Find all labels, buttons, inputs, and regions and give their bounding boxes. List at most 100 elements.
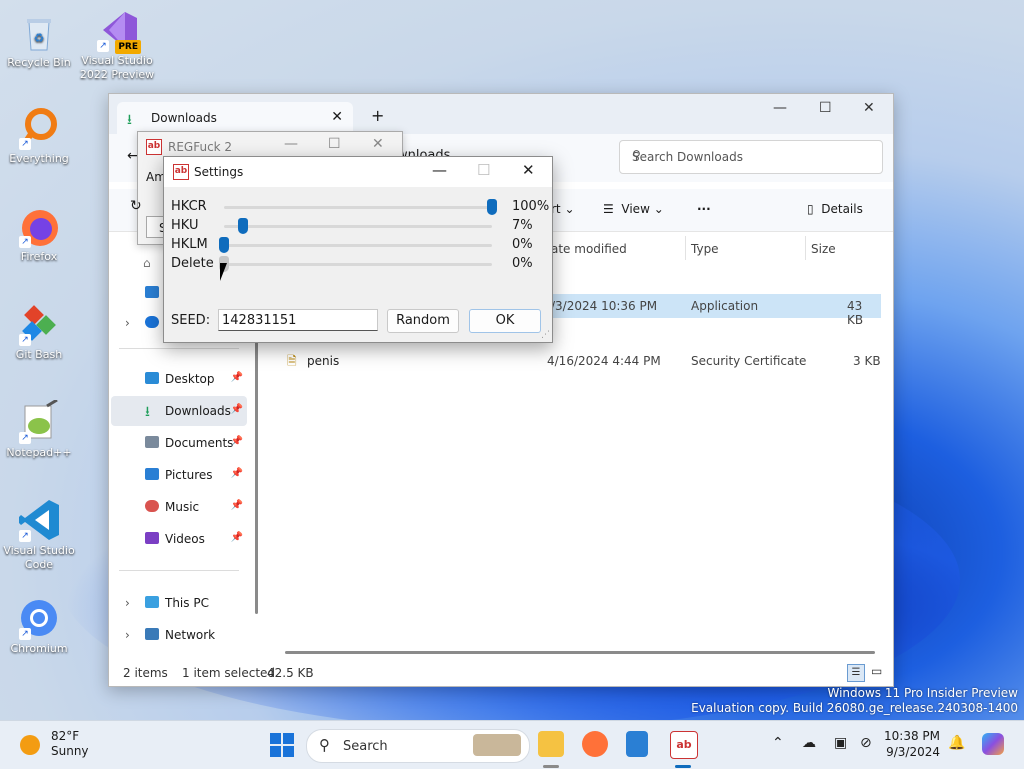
- details-view-button[interactable]: ☰: [847, 664, 865, 682]
- column-type[interactable]: Type: [691, 242, 719, 256]
- slider-label-delete: Delete: [171, 256, 214, 271]
- sidebar-item-this-pc[interactable]: › This PC: [111, 588, 247, 618]
- desktop-icon-visual-studio-preview[interactable]: ↗ PRE Visual Studio 2022 Preview: [79, 8, 155, 82]
- column-divider[interactable]: [805, 236, 806, 260]
- slider-delete[interactable]: [219, 256, 492, 272]
- weather-temp: 82°F: [51, 729, 80, 743]
- resize-grip-icon[interactable]: ⋰: [541, 330, 550, 340]
- sidebar-item-desktop[interactable]: Desktop 📌: [111, 364, 247, 394]
- shortcut-arrow-icon: ↗: [19, 236, 31, 248]
- file-date: /3/2024 10:36 PM: [551, 299, 658, 313]
- slider-thumb[interactable]: [219, 237, 229, 253]
- view-lines-icon: ☰: [603, 202, 614, 216]
- minimize-button[interactable]: —: [284, 136, 298, 152]
- chevron-right-icon: ›: [125, 628, 130, 642]
- details-pane-button[interactable]: ▯ Details: [807, 202, 863, 216]
- notepad-taskbar-icon[interactable]: [626, 731, 648, 757]
- desktop-icon-git-bash[interactable]: ↗ Git Bash: [1, 302, 77, 362]
- cloud-offline-icon[interactable]: ☁: [802, 735, 816, 751]
- maximize-button[interactable]: ☐: [328, 136, 341, 152]
- horizontal-scrollbar[interactable]: [285, 651, 875, 654]
- desktop-icon-label: Recycle Bin: [7, 56, 71, 69]
- show-hidden-icons-chevron-icon[interactable]: ⌃: [772, 735, 784, 751]
- status-item-count: 2 items: [123, 666, 168, 680]
- app-ab-icon: ab: [146, 139, 162, 155]
- videos-folder-icon: [145, 532, 159, 544]
- sidebar-item-network[interactable]: › Network: [111, 620, 247, 650]
- column-divider[interactable]: [685, 236, 686, 260]
- file-name: penis: [307, 354, 340, 368]
- firefox-taskbar-icon[interactable]: [582, 731, 608, 757]
- details-pane-icon: ▯: [807, 202, 814, 216]
- desktop-icon-label: Visual Studio 2022 Preview: [79, 54, 155, 81]
- git-bash-icon: ↗: [17, 302, 61, 346]
- certificate-icon: 🗎: [287, 354, 297, 368]
- search-highlight-image: [473, 734, 521, 756]
- desktop-icon-firefox[interactable]: ↗ Firefox: [1, 204, 77, 264]
- home-icon: ⌂: [143, 256, 151, 270]
- slider-hkcr[interactable]: [224, 199, 497, 215]
- close-window-button[interactable]: ✕: [863, 100, 875, 116]
- pictures-folder-icon: [145, 468, 159, 480]
- file-size: 3 KB: [853, 354, 881, 368]
- notepad-plus-plus-icon: ↗: [17, 398, 61, 444]
- minimize-button[interactable]: —: [773, 100, 787, 116]
- file-date: 4/16/2024 4:44 PM: [547, 354, 661, 368]
- slider-label-hku: HKU: [171, 218, 199, 233]
- slider-thumb[interactable]: [237, 218, 248, 234]
- tiles-view-button[interactable]: ▭: [871, 664, 882, 678]
- file-explorer-taskbar-icon[interactable]: [538, 731, 564, 757]
- monitor-icon[interactable]: ▣: [834, 735, 847, 751]
- ok-button[interactable]: OK: [469, 309, 541, 333]
- close-window-button[interactable]: ✕: [372, 136, 384, 152]
- start-button[interactable]: [270, 733, 294, 757]
- sort-button[interactable]: rt ⌄: [551, 202, 575, 216]
- desktop-icon-notepad-plus-plus[interactable]: ↗ Notepad++: [1, 398, 77, 460]
- column-size[interactable]: Size: [811, 242, 836, 256]
- shortcut-arrow-icon: ↗: [19, 334, 31, 346]
- network-status-icon[interactable]: ⊘: [860, 735, 872, 751]
- slider-thumb[interactable]: [487, 199, 497, 215]
- sidebar-item-music[interactable]: Music 📌: [111, 492, 247, 522]
- close-tab-icon[interactable]: ✕: [331, 109, 343, 125]
- slider-value-hklm: 0%: [512, 237, 533, 252]
- maximize-button[interactable]: ☐: [819, 100, 832, 116]
- random-button[interactable]: Random: [387, 309, 459, 333]
- tab-downloads[interactable]: ⭳ Downloads ✕: [117, 102, 353, 134]
- svg-text:♻: ♻: [34, 31, 45, 45]
- preview-badge: PRE: [115, 40, 141, 54]
- desktop-icon-chromium[interactable]: ↗ Chromium: [1, 596, 77, 656]
- notification-bell-icon[interactable]: 🔔: [948, 735, 965, 751]
- view-button[interactable]: ☰ View ⌄: [603, 202, 664, 216]
- slider-hku[interactable]: [224, 218, 492, 234]
- search-icon: ⚲: [319, 736, 330, 754]
- seed-label: SEED:: [171, 313, 211, 328]
- chevron-right-icon: ›: [125, 316, 130, 330]
- new-tab-button[interactable]: +: [371, 106, 384, 125]
- column-date-modified[interactable]: ate modified: [551, 242, 627, 256]
- close-window-button[interactable]: ✕: [522, 161, 535, 179]
- shortcut-arrow-icon: ↗: [19, 432, 31, 444]
- regfuck-taskbar-icon[interactable]: ab: [670, 731, 698, 759]
- downloads-folder-icon: ⭳: [145, 404, 150, 420]
- pin-icon: 📌: [230, 372, 243, 383]
- sidebar-item-videos[interactable]: Videos 📌: [111, 524, 247, 554]
- sun-icon: [20, 735, 40, 755]
- taskbar-search-input[interactable]: ⚲ Search: [306, 729, 530, 763]
- sidebar-item-pictures[interactable]: Pictures 📌: [111, 460, 247, 490]
- desktop-icon-recycle-bin[interactable]: ♻ Recycle Bin: [1, 10, 77, 70]
- settings-dialog: ab Settings — ☐ ✕ HKCR 100% HKU 7% HKLM …: [163, 156, 553, 343]
- sidebar-item-documents[interactable]: Documents 📌: [111, 428, 247, 458]
- sidebar-item-downloads[interactable]: ⭳ Downloads 📌: [111, 396, 247, 426]
- seed-input[interactable]: 142831151: [218, 309, 378, 331]
- copilot-icon[interactable]: [982, 733, 1004, 755]
- clock[interactable]: 10:38 PM 9/3/2024: [884, 728, 940, 760]
- desktop-icon-everything[interactable]: ↗ Everything: [1, 106, 77, 166]
- more-options-button[interactable]: ···: [697, 202, 711, 216]
- minimize-button[interactable]: —: [432, 161, 447, 179]
- slider-hklm[interactable]: [219, 237, 492, 253]
- search-input[interactable]: Search Downloads ⚲: [619, 140, 883, 174]
- firefox-icon: ↗: [17, 204, 61, 248]
- file-row-certificate[interactable]: 🗎 penis 4/16/2024 4:44 PM Security Certi…: [275, 349, 881, 373]
- desktop-icon-vscode[interactable]: ↗ Visual Studio Code: [1, 498, 77, 572]
